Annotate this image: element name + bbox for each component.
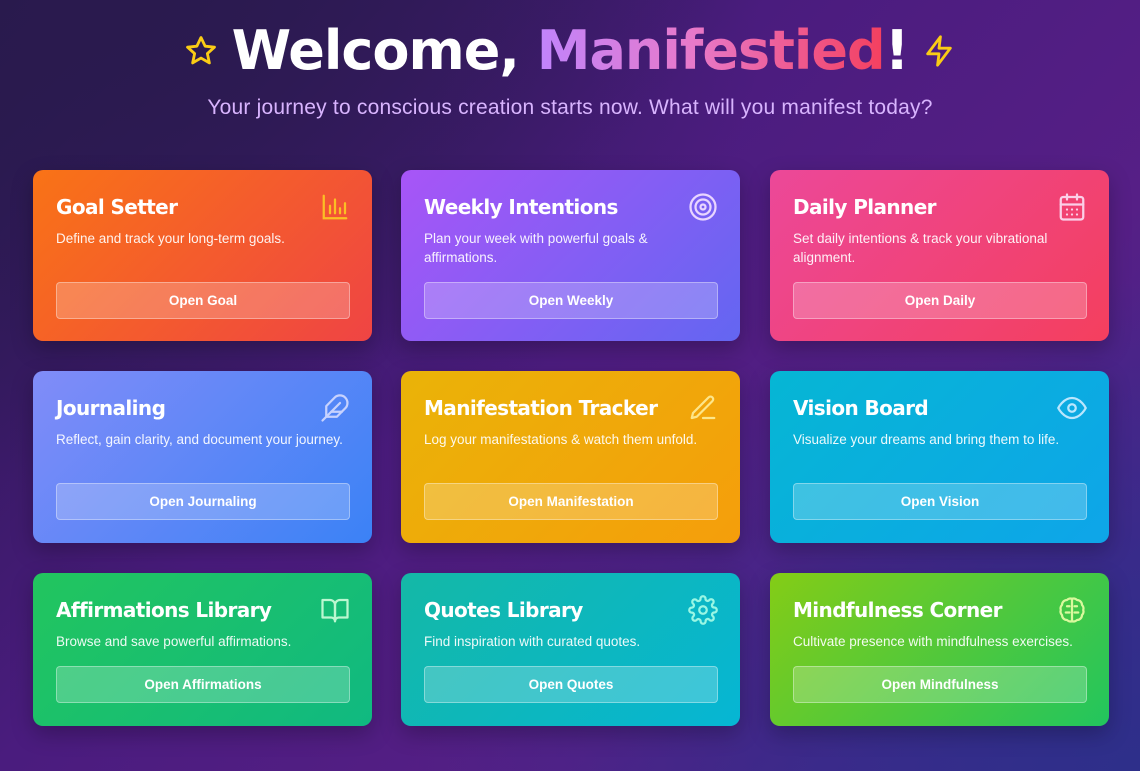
card-title: Quotes Library — [424, 598, 583, 622]
title-row: Welcome, Manifestied! — [0, 18, 1140, 84]
card-mindfulness-corner: Mindfulness Corner Cultivate presence wi… — [770, 573, 1109, 726]
bar-chart-icon — [320, 192, 350, 222]
card-description: Reflect, gain clarity, and document your… — [56, 432, 343, 447]
card-vision-board: Vision Board Visualize your dreams and b… — [770, 371, 1109, 543]
gear-icon — [688, 595, 718, 625]
open-vision-button[interactable]: Open Vision — [793, 483, 1087, 520]
open-goal-button[interactable]: Open Goal — [56, 282, 350, 319]
lightning-icon — [922, 34, 956, 68]
card-title: Affirmations Library — [56, 598, 272, 622]
card-description: Find inspiration with curated quotes. — [424, 634, 641, 649]
card-description: Set daily intentions & track your vibrat… — [793, 231, 1048, 265]
calendar-icon — [1057, 192, 1087, 222]
user-name: Manifestied — [536, 19, 886, 82]
header: Welcome, Manifestied! Your journey to co… — [0, 18, 1140, 120]
open-daily-button[interactable]: Open Daily — [793, 282, 1087, 319]
star-icon — [184, 34, 218, 68]
card-description: Cultivate presence with mindfulness exer… — [793, 634, 1073, 649]
open-journaling-button[interactable]: Open Journaling — [56, 483, 350, 520]
target-icon — [688, 192, 718, 222]
open-affirmations-button[interactable]: Open Affirmations — [56, 666, 350, 703]
card-title: Goal Setter — [56, 195, 178, 219]
card-journaling: Journaling Reflect, gain clarity, and do… — [33, 371, 372, 543]
card-title: Mindfulness Corner — [793, 598, 1002, 622]
card-description: Log your manifestations & watch them unf… — [424, 432, 698, 447]
card-title: Manifestation Tracker — [424, 396, 658, 420]
card-affirmations-library: Affirmations Library Browse and save pow… — [33, 573, 372, 726]
card-manifestation-tracker: Manifestation Tracker Log your manifesta… — [401, 371, 740, 543]
card-weekly-intentions: Weekly Intentions Plan your week with po… — [401, 170, 740, 341]
feather-icon — [320, 393, 350, 423]
card-description: Plan your week with powerful goals & aff… — [424, 231, 648, 265]
open-manifestation-button[interactable]: Open Manifestation — [424, 483, 718, 520]
card-title: Weekly Intentions — [424, 195, 618, 219]
card-goal-setter: Goal Setter Define and track your long-t… — [33, 170, 372, 341]
card-title: Vision Board — [793, 396, 929, 420]
open-mindfulness-button[interactable]: Open Mindfulness — [793, 666, 1087, 703]
card-title: Daily Planner — [793, 195, 937, 219]
open-weekly-button[interactable]: Open Weekly — [424, 282, 718, 319]
brain-icon — [1057, 595, 1087, 625]
card-title: Journaling — [56, 396, 166, 420]
eye-icon — [1057, 393, 1087, 423]
card-daily-planner: Daily Planner Set daily intentions & tra… — [770, 170, 1109, 341]
pencil-icon — [688, 393, 718, 423]
card-description: Visualize your dreams and bring them to … — [793, 432, 1060, 447]
card-quotes-library: Quotes Library Find inspiration with cur… — [401, 573, 740, 726]
card-description: Browse and save powerful affirmations. — [56, 634, 292, 649]
book-icon — [320, 595, 350, 625]
card-description: Define and track your long-term goals. — [56, 231, 285, 246]
open-quotes-button[interactable]: Open Quotes — [424, 666, 718, 703]
subtitle: Your journey to conscious creation start… — [207, 96, 933, 119]
page-title: Welcome, Manifestied! — [231, 19, 910, 82]
